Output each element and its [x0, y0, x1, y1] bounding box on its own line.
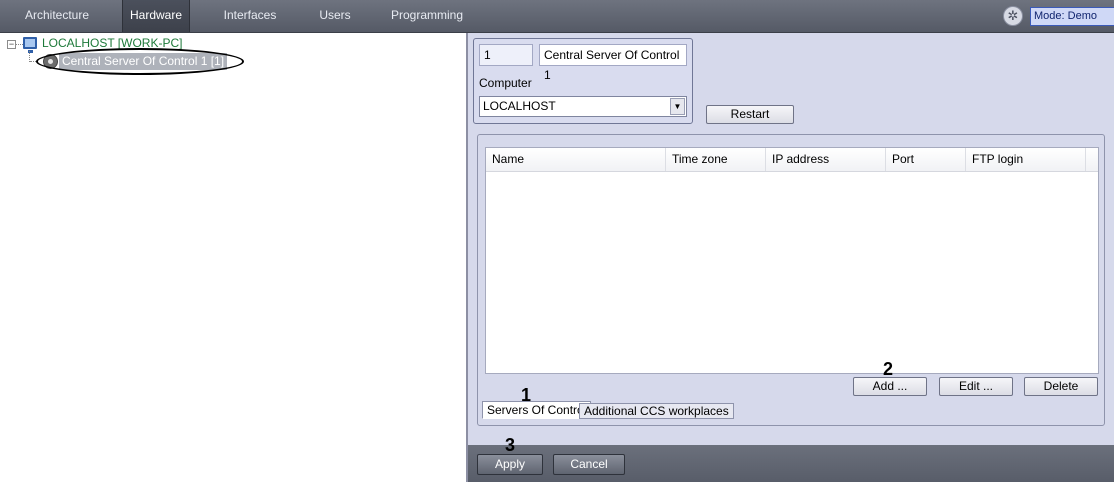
edit-button[interactable]: Edit ...: [939, 377, 1013, 396]
hardware-tree: − LOCALHOST [WORK-PC] Central Server Of …: [0, 33, 466, 482]
delete-button[interactable]: Delete: [1024, 377, 1098, 396]
tree-node-central-server[interactable]: Central Server Of Control 1 [1]: [59, 53, 228, 70]
nav-tab-users[interactable]: Users: [312, 0, 358, 32]
tree-node-localhost[interactable]: LOCALHOST [WORK-PC]: [42, 36, 182, 50]
tab-servers-of-control[interactable]: Servers Of Control: [482, 401, 592, 419]
object-header-box: 1 Central Server Of Control 1 Computer L…: [473, 38, 693, 124]
computer-label: Computer: [479, 76, 532, 90]
servers-table: Name Time zone IP address Port FTP login: [485, 147, 1099, 374]
computer-select[interactable]: LOCALHOST ▼: [479, 96, 687, 117]
step-marker-3: 3: [505, 435, 516, 455]
tree-connector: [16, 44, 23, 45]
object-name-field[interactable]: Central Server Of Control 1: [539, 44, 687, 82]
nav-tab-programming[interactable]: Programming: [386, 0, 468, 32]
servers-list-frame: Name Time zone IP address Port FTP login…: [477, 134, 1105, 426]
object-id-field[interactable]: 1: [479, 44, 533, 66]
nav-tab-architecture[interactable]: Architecture: [14, 0, 100, 32]
table-header: Name Time zone IP address Port FTP login: [486, 148, 1098, 172]
cancel-button[interactable]: Cancel: [553, 454, 625, 475]
column-header-name[interactable]: Name: [486, 148, 666, 171]
server-gear-icon: [43, 54, 58, 69]
settings-panel: 1 Central Server Of Control 1 Computer L…: [466, 33, 1114, 445]
nav-tab-hardware[interactable]: Hardware: [122, 0, 190, 32]
computer-select-value: LOCALHOST: [483, 99, 556, 113]
column-header-ip-address[interactable]: IP address: [766, 148, 886, 171]
settings-gear-icon[interactable]: [1003, 6, 1023, 26]
computer-icon: [23, 37, 37, 53]
tree-connector: [30, 61, 38, 62]
restart-button[interactable]: Restart: [706, 105, 794, 124]
column-header-time-zone[interactable]: Time zone: [666, 148, 766, 171]
column-header-ftp-login[interactable]: FTP login: [966, 148, 1086, 171]
chevron-down-icon[interactable]: ▼: [670, 98, 685, 115]
add-button[interactable]: Add ...: [853, 377, 927, 396]
collapse-toggle-icon[interactable]: −: [7, 40, 16, 49]
top-navigation-bar: Architecture Hardware Interfaces Users P…: [0, 0, 1114, 33]
footer-bar: 3 Apply Cancel: [466, 435, 1114, 482]
tab-additional-ccs-workplaces[interactable]: Additional CCS workplaces: [579, 403, 734, 419]
apply-button[interactable]: Apply: [477, 454, 543, 475]
nav-tab-interfaces[interactable]: Interfaces: [214, 0, 286, 32]
mode-indicator[interactable]: Mode: Demo: [1030, 7, 1114, 26]
column-header-port[interactable]: Port: [886, 148, 966, 171]
